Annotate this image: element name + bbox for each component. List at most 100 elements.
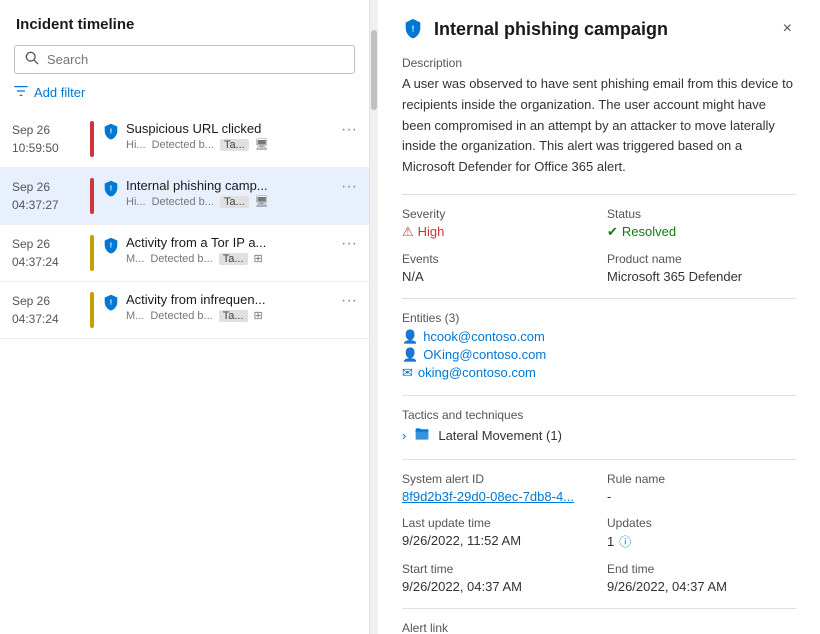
item-content-3: Activity from infrequen... M... Detected…	[126, 292, 337, 328]
item-time-2: Sep 26 04:37:24	[12, 235, 82, 271]
detail-title-row: ! Internal phishing campaign	[402, 17, 668, 42]
start-time-value: 9/26/2022, 04:37 AM	[402, 579, 591, 594]
status-cell: Status ✔ Resolved	[607, 207, 796, 240]
item-title-2: Activity from a Tor IP a...	[126, 235, 337, 250]
shield-icon-1: !	[102, 179, 120, 197]
item-bar-3	[90, 292, 94, 328]
item-title-1: Internal phishing camp...	[126, 178, 337, 193]
search-input[interactable]	[47, 52, 344, 67]
timeline-list: Sep 26 10:59:50 ! Suspicious URL clicked…	[0, 111, 369, 634]
filter-icon	[14, 84, 28, 101]
shield-icon-3: !	[102, 293, 120, 311]
item-time-0: Sep 26 10:59:50	[12, 121, 82, 157]
end-time-value: 9/26/2022, 04:37 AM	[607, 579, 796, 594]
start-time-cell: Start time 9/26/2022, 04:37 AM	[402, 562, 591, 594]
entity-item-2[interactable]: ✉ oking@contoso.com	[402, 365, 796, 381]
item-time-1: Sep 26 04:37:27	[12, 178, 82, 214]
tag-badge-1: Ta...	[220, 196, 249, 208]
entities-section: Entities (3) 👤 hcook@contoso.com 👤 OKing…	[402, 311, 796, 381]
item-meta-2: M... Detected b... Ta... ⊞	[126, 252, 337, 265]
divider-2	[402, 298, 796, 299]
divider-4	[402, 459, 796, 460]
scroll-thumb[interactable]	[371, 30, 377, 110]
left-panel: Incident timeline Add filter Sep 26 10:5…	[0, 0, 370, 634]
svg-text:!: !	[110, 184, 112, 193]
updates-label: Updates	[607, 516, 796, 530]
detail-title: Internal phishing campaign	[434, 19, 668, 40]
alert-id-cell: System alert ID 8f9d2b3f-29d0-08ec-7db8-…	[402, 472, 591, 504]
info-icon[interactable]: ⓘ	[619, 533, 631, 550]
svg-text:!: !	[412, 24, 415, 33]
search-box[interactable]	[14, 45, 355, 74]
tactics-section: Tactics and techniques › Lateral Movemen…	[402, 408, 796, 445]
timeline-item-0[interactable]: Sep 26 10:59:50 ! Suspicious URL clicked…	[0, 111, 369, 168]
monitor-icon-3: ⊞	[254, 309, 263, 322]
last-update-value: 9/26/2022, 11:52 AM	[402, 533, 591, 548]
timeline-item-2[interactable]: Sep 26 04:37:24 ! Activity from a Tor IP…	[0, 225, 369, 282]
item-content-2: Activity from a Tor IP a... M... Detecte…	[126, 235, 337, 271]
svg-text:!: !	[110, 298, 112, 307]
tactic-row: › Lateral Movement (1)	[402, 426, 796, 445]
tag-badge-3: Ta...	[219, 310, 248, 322]
svg-text:!: !	[110, 127, 112, 136]
end-time-label: End time	[607, 562, 796, 576]
entity-item-0[interactable]: 👤 hcook@contoso.com	[402, 329, 796, 345]
chevron-right-icon[interactable]: ›	[402, 428, 406, 443]
item-dots-1[interactable]: ···	[337, 178, 357, 214]
rule-name-value: -	[607, 489, 796, 504]
add-filter-button[interactable]: Add filter	[14, 84, 355, 101]
start-time-label: Start time	[402, 562, 591, 576]
item-title-0: Suspicious URL clicked	[126, 121, 337, 136]
monitor-icon-2: ⊞	[254, 252, 263, 265]
product-value: Microsoft 365 Defender	[607, 269, 796, 284]
email-icon-2: ✉	[402, 365, 413, 381]
updates-value: 1 ⓘ	[607, 533, 796, 550]
item-title-3: Activity from infrequen...	[126, 292, 337, 307]
rule-name-label: Rule name	[607, 472, 796, 486]
item-bar-2	[90, 235, 94, 271]
scrollbar[interactable]	[370, 0, 378, 634]
item-content-1: Internal phishing camp... Hi... Detected…	[126, 178, 337, 214]
item-dots-3[interactable]: ···	[337, 292, 357, 328]
last-update-label: Last update time	[402, 516, 591, 530]
last-update-cell: Last update time 9/26/2022, 11:52 AM	[402, 516, 591, 550]
shield-icon-2: !	[102, 236, 120, 254]
item-dots-0[interactable]: ···	[337, 121, 357, 157]
alert-link-label: Alert link	[402, 621, 796, 634]
product-label: Product name	[607, 252, 796, 266]
updates-cell: Updates 1 ⓘ	[607, 516, 796, 550]
events-label: Events	[402, 252, 591, 266]
product-cell: Product name Microsoft 365 Defender	[607, 252, 796, 284]
item-bar-0	[90, 121, 94, 157]
search-icon	[25, 51, 39, 68]
severity-value: ⚠ High	[402, 224, 591, 240]
tactics-label: Tactics and techniques	[402, 408, 796, 422]
alert-id-link[interactable]: 8f9d2b3f-29d0-08ec-7db8-4...	[402, 489, 574, 504]
monitor-icon-0: 🖥	[255, 138, 269, 151]
check-icon: ✔	[607, 224, 618, 240]
item-meta-1: Hi... Detected b... Ta... 🖥	[126, 195, 337, 208]
close-button[interactable]: ×	[779, 16, 796, 42]
monitor-icon-1: 🖥	[255, 195, 269, 208]
entity-item-1[interactable]: 👤 OKing@contoso.com	[402, 347, 796, 363]
shield-icon-detail: !	[402, 17, 424, 42]
severity-icon: ⚠	[402, 224, 414, 240]
status-value: ✔ Resolved	[607, 224, 796, 240]
item-dots-2[interactable]: ···	[337, 235, 357, 271]
timeline-item-1[interactable]: Sep 26 04:37:27 ! Internal phishing camp…	[0, 168, 369, 225]
item-time-3: Sep 26 04:37:24	[12, 292, 82, 328]
severity-label: Severity	[402, 207, 591, 221]
alert-id-grid: System alert ID 8f9d2b3f-29d0-08ec-7db8-…	[402, 472, 796, 594]
rule-name-cell: Rule name -	[607, 472, 796, 504]
panel-title: Incident timeline	[0, 0, 369, 45]
description-label: Description	[402, 56, 796, 70]
svg-text:!: !	[110, 241, 112, 250]
description-text: A user was observed to have sent phishin…	[402, 74, 796, 178]
severity-status-grid: Severity ⚠ High Status ✔ Resolved Events…	[402, 207, 796, 284]
status-label: Status	[607, 207, 796, 221]
right-panel: ! Internal phishing campaign × Descripti…	[378, 0, 820, 634]
item-content-0: Suspicious URL clicked Hi... Detected b.…	[126, 121, 337, 157]
timeline-item-3[interactable]: Sep 26 04:37:24 ! Activity from infreque…	[0, 282, 369, 339]
events-value: N/A	[402, 269, 591, 284]
tag-badge-0: Ta...	[220, 139, 249, 151]
